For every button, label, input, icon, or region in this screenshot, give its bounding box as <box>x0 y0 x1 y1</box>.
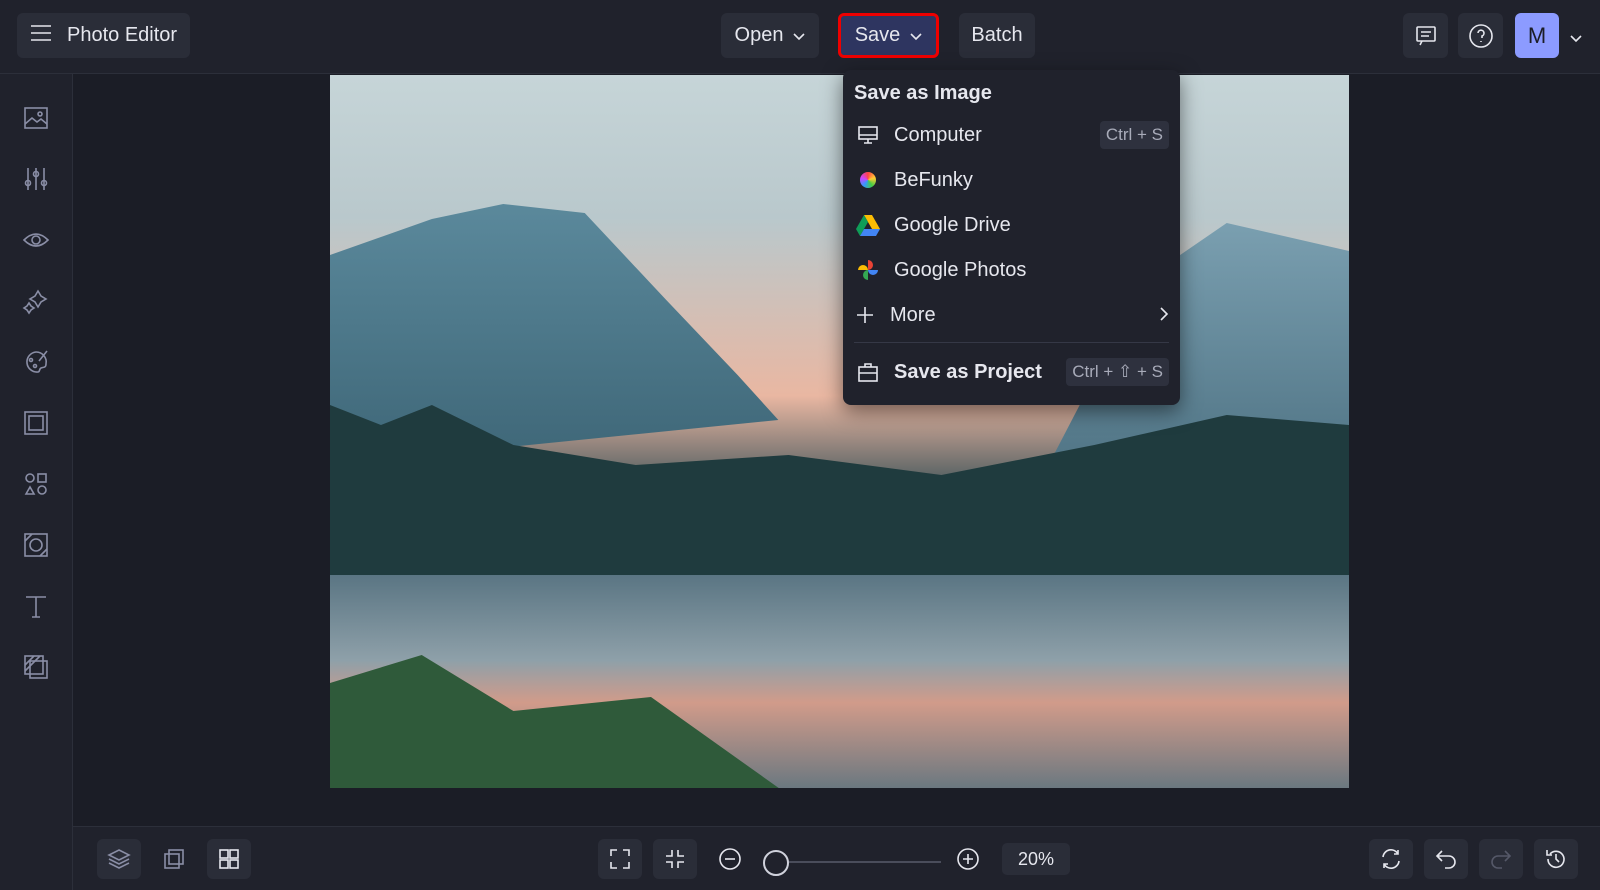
redo-button[interactable] <box>1479 839 1523 879</box>
menu-item-label: Google Drive <box>894 213 1011 236</box>
chevron-right-icon <box>1159 304 1169 327</box>
save-label: Save <box>854 24 901 46</box>
undo-icon <box>1435 850 1456 869</box>
sidebar-item-frames[interactable] <box>18 405 54 441</box>
redo-icon <box>1491 850 1512 869</box>
hamburger-icon <box>29 23 53 49</box>
batch-button[interactable]: Batch <box>959 13 1035 58</box>
comments-button[interactable] <box>1403 13 1448 58</box>
chevron-down-icon <box>793 24 806 47</box>
zoom-slider-track[interactable] <box>776 861 941 863</box>
sidebar-item-graphics[interactable] <box>18 466 54 502</box>
batch-label: Batch <box>971 24 1023 46</box>
reset-button[interactable] <box>1369 839 1413 879</box>
zoom-slider-handle[interactable] <box>763 850 789 876</box>
texture-icon <box>24 655 48 679</box>
sidebar <box>0 74 73 890</box>
menu-item-label: More <box>890 303 936 326</box>
menu-item-label: Computer <box>894 123 982 146</box>
grid-button[interactable] <box>207 839 251 879</box>
sidebar-item-artsy[interactable] <box>18 344 54 380</box>
open-label: Open <box>734 24 784 46</box>
refresh-icon <box>1382 849 1400 869</box>
chevron-down-icon <box>910 24 922 47</box>
menu-button[interactable]: Photo Editor <box>17 13 190 58</box>
menu-item-label: BeFunky <box>894 168 973 191</box>
history-button[interactable] <box>1534 839 1578 879</box>
canvas-photo[interactable] <box>330 75 1349 788</box>
bottom-toolbar: 20% <box>73 826 1600 890</box>
menu-item-google-drive[interactable]: Google Drive <box>854 205 1169 245</box>
google-drive-icon <box>854 214 882 236</box>
monitor-icon <box>854 124 882 146</box>
menu-item-google-photos[interactable]: Google Photos <box>854 250 1169 290</box>
palette-icon <box>26 350 48 373</box>
undo-button[interactable] <box>1424 839 1468 879</box>
account-chevron-icon[interactable] <box>1570 30 1582 48</box>
text-icon <box>26 596 46 618</box>
shortcut-badge: Ctrl + S <box>1099 121 1169 149</box>
sidebar-item-image-manager[interactable] <box>18 100 54 136</box>
open-button[interactable]: Open <box>721 13 819 58</box>
image-icon <box>24 107 48 129</box>
plus-icon <box>854 305 876 325</box>
shrink-icon <box>666 850 684 868</box>
sidebar-item-effects[interactable] <box>18 283 54 319</box>
save-dropdown-menu: Save as Image Computer Ctrl + S BeFunky … <box>843 70 1180 405</box>
menu-item-computer[interactable]: Computer Ctrl + S <box>854 115 1169 155</box>
zoom-level[interactable]: 20% <box>1002 843 1070 875</box>
google-photos-icon <box>854 259 882 281</box>
comment-icon <box>1415 25 1436 45</box>
zoom-in-button[interactable] <box>946 839 990 879</box>
layers-icon <box>107 849 131 869</box>
avatar[interactable]: M <box>1515 13 1559 58</box>
compare-button[interactable] <box>152 839 196 879</box>
sidebar-item-textures[interactable] <box>18 649 54 685</box>
zoom-in-icon <box>957 848 979 870</box>
menu-item-more[interactable]: More <box>854 295 1169 335</box>
sidebar-item-text[interactable] <box>18 588 54 624</box>
overlay-icon <box>24 533 48 557</box>
zoom-out-button[interactable] <box>708 839 752 879</box>
sidebar-item-edit[interactable] <box>18 161 54 197</box>
menu-item-befunky[interactable]: BeFunky <box>854 160 1169 200</box>
sidebar-item-touch-up[interactable] <box>18 222 54 258</box>
menu-item-save-as-project[interactable]: Save as Project Ctrl + ⇧ + S <box>854 352 1169 392</box>
layers-button[interactable] <box>97 839 141 879</box>
fullscreen-button[interactable] <box>598 839 642 879</box>
sidebar-item-overlays[interactable] <box>18 527 54 563</box>
sparkles-icon <box>22 289 48 315</box>
app-title: Photo Editor <box>67 24 178 46</box>
shortcut-badge: Ctrl + ⇧ + S <box>1066 358 1169 386</box>
befunky-icon <box>854 172 882 188</box>
compare-icon <box>164 849 184 869</box>
frame-icon <box>24 411 48 435</box>
zoom-out-icon <box>719 848 741 870</box>
menu-item-label: Save as Project <box>894 360 1042 383</box>
help-button[interactable] <box>1458 13 1503 58</box>
sliders-icon <box>24 168 48 190</box>
top-bar: Photo Editor Open Save Batch M <box>0 0 1600 74</box>
menu-item-label: Google Photos <box>894 258 1027 281</box>
menu-divider <box>854 342 1169 343</box>
help-icon <box>1468 23 1493 48</box>
fit-button[interactable] <box>653 839 697 879</box>
briefcase-icon <box>854 361 882 383</box>
shapes-icon <box>24 473 47 495</box>
expand-icon <box>610 849 630 869</box>
history-icon <box>1546 850 1565 869</box>
save-button[interactable]: Save <box>838 13 939 58</box>
menu-heading: Save as Image <box>854 82 992 104</box>
grid-icon <box>219 849 239 869</box>
eye-icon <box>22 233 50 247</box>
